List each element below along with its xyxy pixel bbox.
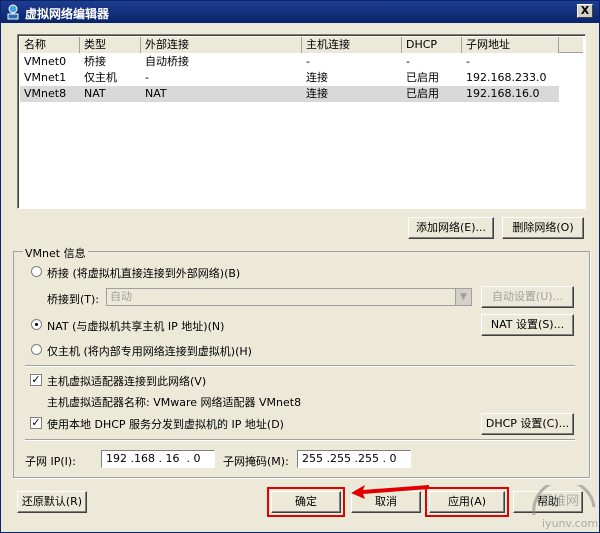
subnet-mask-input[interactable]: 255 .255 .255 . 0 (297, 450, 411, 468)
separator (25, 365, 575, 367)
cell-type: NAT (84, 87, 106, 100)
dhcp-settings-button[interactable]: DHCP 设置(C)... (481, 413, 574, 435)
radio-selected-dot (35, 323, 38, 326)
ok-highlight-box (267, 487, 345, 517)
cell-dhcp: 已启用 (406, 87, 439, 100)
cell-subnet: - (466, 55, 470, 68)
bridged-to-select[interactable]: 自动 ▼ (106, 288, 472, 306)
cell-type: 桥接 (84, 55, 106, 68)
cell-subnet: 192.168.233.0 (466, 71, 547, 84)
cell-external: NAT (145, 87, 167, 100)
network-list-header: 名称 类型 外部连接 主机连接 DHCP 子网地址 (20, 37, 583, 53)
column-header-external[interactable]: 外部连接 (141, 37, 302, 53)
separator (25, 439, 575, 441)
nat-radio[interactable] (31, 319, 42, 330)
subnet-mask-label: 子网掩码(M): (223, 455, 289, 468)
network-row-vmnet8[interactable]: VMnet8 NAT NAT 连接 已启用 192.168.16.0 (20, 86, 559, 102)
nat-label[interactable]: NAT (与虚拟机共享主机 IP 地址)(N) (47, 318, 224, 334)
cell-subnet: 192.168.16.0 (466, 87, 540, 100)
hostonly-label[interactable]: 仅主机 (将内部专用网络连接到虚拟机)(H) (47, 343, 252, 359)
virtual-network-editor-window: 虚拟网络编辑器 X 名称 类型 外部连接 主机连接 DHCP 子网地址 VMne… (0, 0, 600, 533)
connect-adapter-checkbox[interactable]: ✓ (30, 374, 42, 386)
cell-dhcp: 已启用 (406, 71, 439, 84)
network-row-vmnet1[interactable]: VMnet1 仅主机 - 连接 已启用 192.168.233.0 (20, 70, 559, 86)
cell-host: 连接 (306, 71, 328, 84)
site-watermark-logo: 互维网 iyunv.com (532, 485, 598, 530)
column-header-name[interactable]: 名称 (20, 37, 80, 53)
cell-dhcp: - (406, 55, 410, 68)
red-arrow-icon (351, 485, 429, 499)
cell-external: 自动桥接 (145, 55, 189, 68)
column-header-type[interactable]: 类型 (80, 37, 141, 53)
cell-host: - (306, 55, 310, 68)
svg-text:iyunv.com: iyunv.com (542, 517, 598, 530)
hostonly-radio[interactable] (31, 344, 42, 355)
bridged-to-label: 桥接到(T): (47, 293, 100, 306)
cell-name: VMnet8 (24, 87, 67, 100)
cell-type: 仅主机 (84, 71, 117, 84)
dhcp-label[interactable]: 使用本地 DHCP 服务分发到虚拟机的 IP 地址(D) (47, 416, 284, 432)
dhcp-checkbox[interactable]: ✓ (30, 417, 42, 429)
window-title: 虚拟网络编辑器 (25, 7, 110, 21)
restore-defaults-button[interactable]: 还原默认(R) (17, 491, 87, 513)
column-header-host[interactable]: 主机连接 (302, 37, 402, 53)
svg-text:互维网: 互维网 (540, 494, 579, 509)
apply-highlight-box (425, 487, 509, 517)
cell-name: VMnet0 (24, 55, 67, 68)
bridged-radio[interactable] (31, 266, 42, 277)
remove-network-button[interactable]: 删除网络(O) (502, 217, 584, 239)
connect-adapter-label[interactable]: 主机虚拟适配器连接到此网络(V) (47, 373, 206, 389)
adapter-name-text: 主机虚拟适配器名称: VMware 网络适配器 VMnet8 (47, 396, 302, 409)
bridged-to-value: 自动 (110, 290, 132, 303)
network-list[interactable]: 名称 类型 外部连接 主机连接 DHCP 子网地址 VMnet0 桥接 自动桥接… (17, 34, 586, 209)
cell-host: 连接 (306, 87, 328, 100)
vmnet-info-legend: VMnet 信息 (23, 245, 88, 261)
column-header-dhcp[interactable]: DHCP (402, 37, 462, 53)
network-app-icon (7, 4, 19, 20)
network-row-vmnet0[interactable]: VMnet0 桥接 自动桥接 - - - (20, 54, 559, 70)
nat-settings-button[interactable]: NAT 设置(S)... (481, 314, 574, 336)
column-header-subnet[interactable]: 子网地址 (462, 37, 559, 53)
cell-name: VMnet1 (24, 71, 67, 84)
add-network-button[interactable]: 添加网络(E)... (408, 217, 494, 239)
title-bar[interactable]: 虚拟网络编辑器 X (1, 1, 599, 23)
cell-external: - (145, 71, 149, 84)
close-button[interactable]: X (577, 4, 593, 18)
bridged-label[interactable]: 桥接 (将虚拟机直接连接到外部网络)(B) (47, 265, 240, 281)
auto-settings-button[interactable]: 自动设置(U)... (481, 286, 574, 308)
dropdown-arrow-icon[interactable]: ▼ (455, 289, 471, 305)
subnet-ip-label: 子网 IP(I): (25, 455, 76, 468)
subnet-ip-input[interactable]: 192 .168 . 16 . 0 (101, 450, 215, 468)
